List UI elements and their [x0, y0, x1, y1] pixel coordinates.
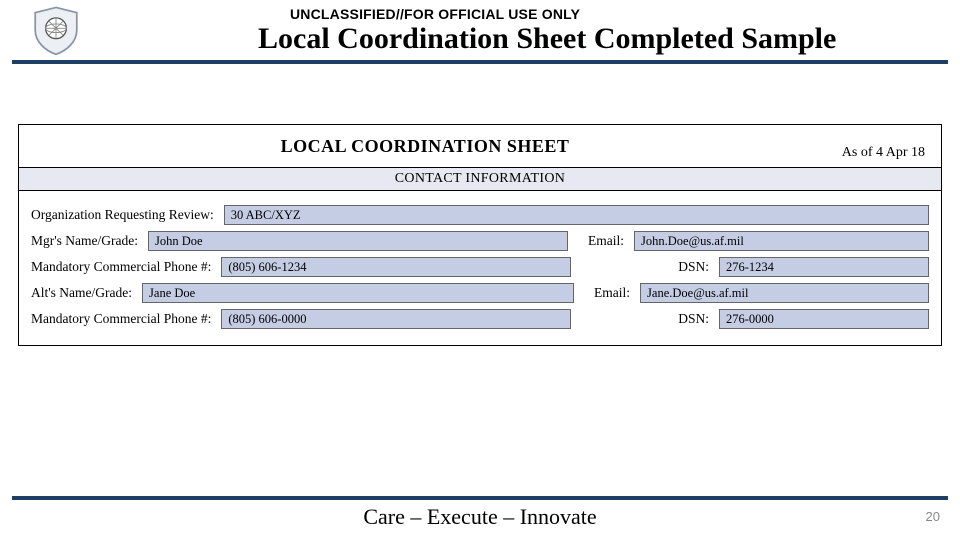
alt-dsn-field[interactable]: 276-0000	[719, 309, 929, 329]
form-body: Organization Requesting Review: 30 ABC/X…	[19, 191, 941, 345]
mgr-dsn-label: DSN:	[678, 259, 709, 275]
mgr-email-field[interactable]: John.Doe@us.af.mil	[634, 231, 929, 251]
mgr-phone-label: Mandatory Commercial Phone #:	[31, 259, 211, 275]
org-field[interactable]: 30 ABC/XYZ	[224, 205, 929, 225]
footer-motto: Care – Execute – Innovate	[0, 504, 960, 530]
alt-name-label: Alt's Name/Grade:	[31, 285, 132, 301]
footer-divider	[12, 496, 948, 500]
mgr-name-label: Mgr's Name/Grade:	[31, 233, 138, 249]
page-number: 20	[926, 509, 940, 524]
mgr-email-label: Email:	[588, 233, 624, 249]
mgr-name-field[interactable]: John Doe	[148, 231, 568, 251]
form-title: LOCAL COORDINATION SHEET	[281, 136, 570, 156]
shield-logo-icon	[30, 4, 82, 56]
slide-title: Local Coordination Sheet Completed Sampl…	[90, 22, 948, 56]
alt-email-label: Email:	[594, 285, 630, 301]
mgr-dsn-field[interactable]: 276-1234	[719, 257, 929, 277]
section-heading: CONTACT INFORMATION	[19, 167, 941, 191]
mgr-phone-field[interactable]: (805) 606-1234	[221, 257, 571, 277]
classification-banner: UNCLASSIFIED//FOR OFFICIAL USE ONLY	[90, 6, 948, 22]
slide-header: UNCLASSIFIED//FOR OFFICIAL USE ONLY Loca…	[0, 0, 960, 56]
alt-email-field[interactable]: Jane.Doe@us.af.mil	[640, 283, 929, 303]
header-divider	[12, 60, 948, 64]
alt-dsn-label: DSN:	[678, 311, 709, 327]
alt-phone-field[interactable]: (805) 606-0000	[221, 309, 571, 329]
as-of-date: As of 4 Apr 18	[821, 131, 931, 161]
alt-name-field[interactable]: Jane Doe	[142, 283, 574, 303]
alt-phone-label: Mandatory Commercial Phone #:	[31, 311, 211, 327]
form-container: LOCAL COORDINATION SHEET As of 4 Apr 18 …	[18, 124, 942, 346]
org-label: Organization Requesting Review:	[31, 207, 214, 223]
